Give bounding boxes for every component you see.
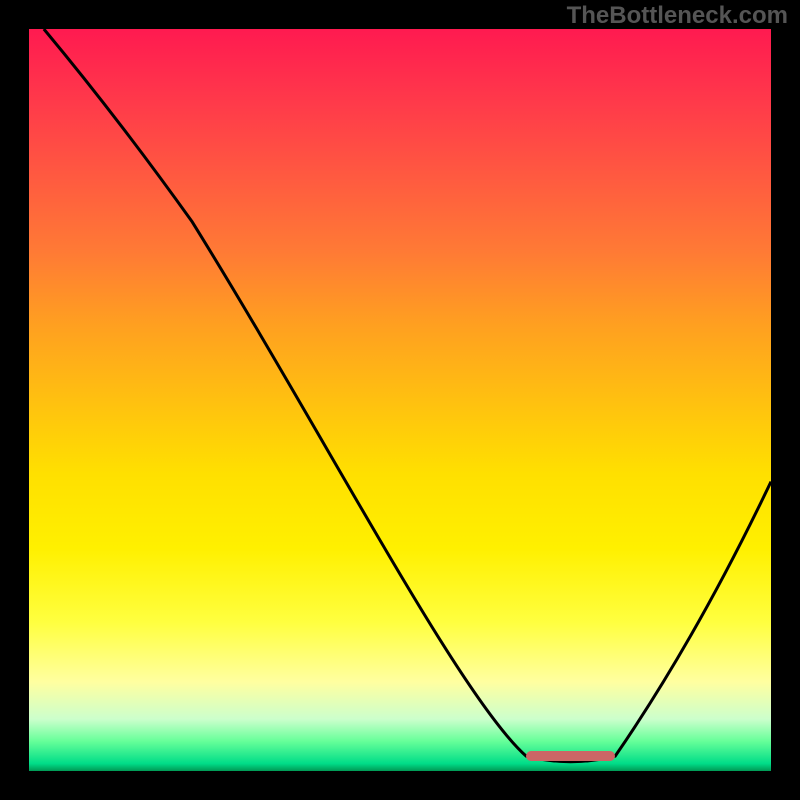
- watermark-text: TheBottleneck.com: [567, 2, 788, 30]
- curve-svg: [29, 29, 771, 771]
- chart-container: TheBottleneck.com: [0, 0, 800, 800]
- optimal-marker: [526, 751, 615, 761]
- bottleneck-curve-path: [44, 29, 771, 762]
- plot-area: [29, 29, 771, 771]
